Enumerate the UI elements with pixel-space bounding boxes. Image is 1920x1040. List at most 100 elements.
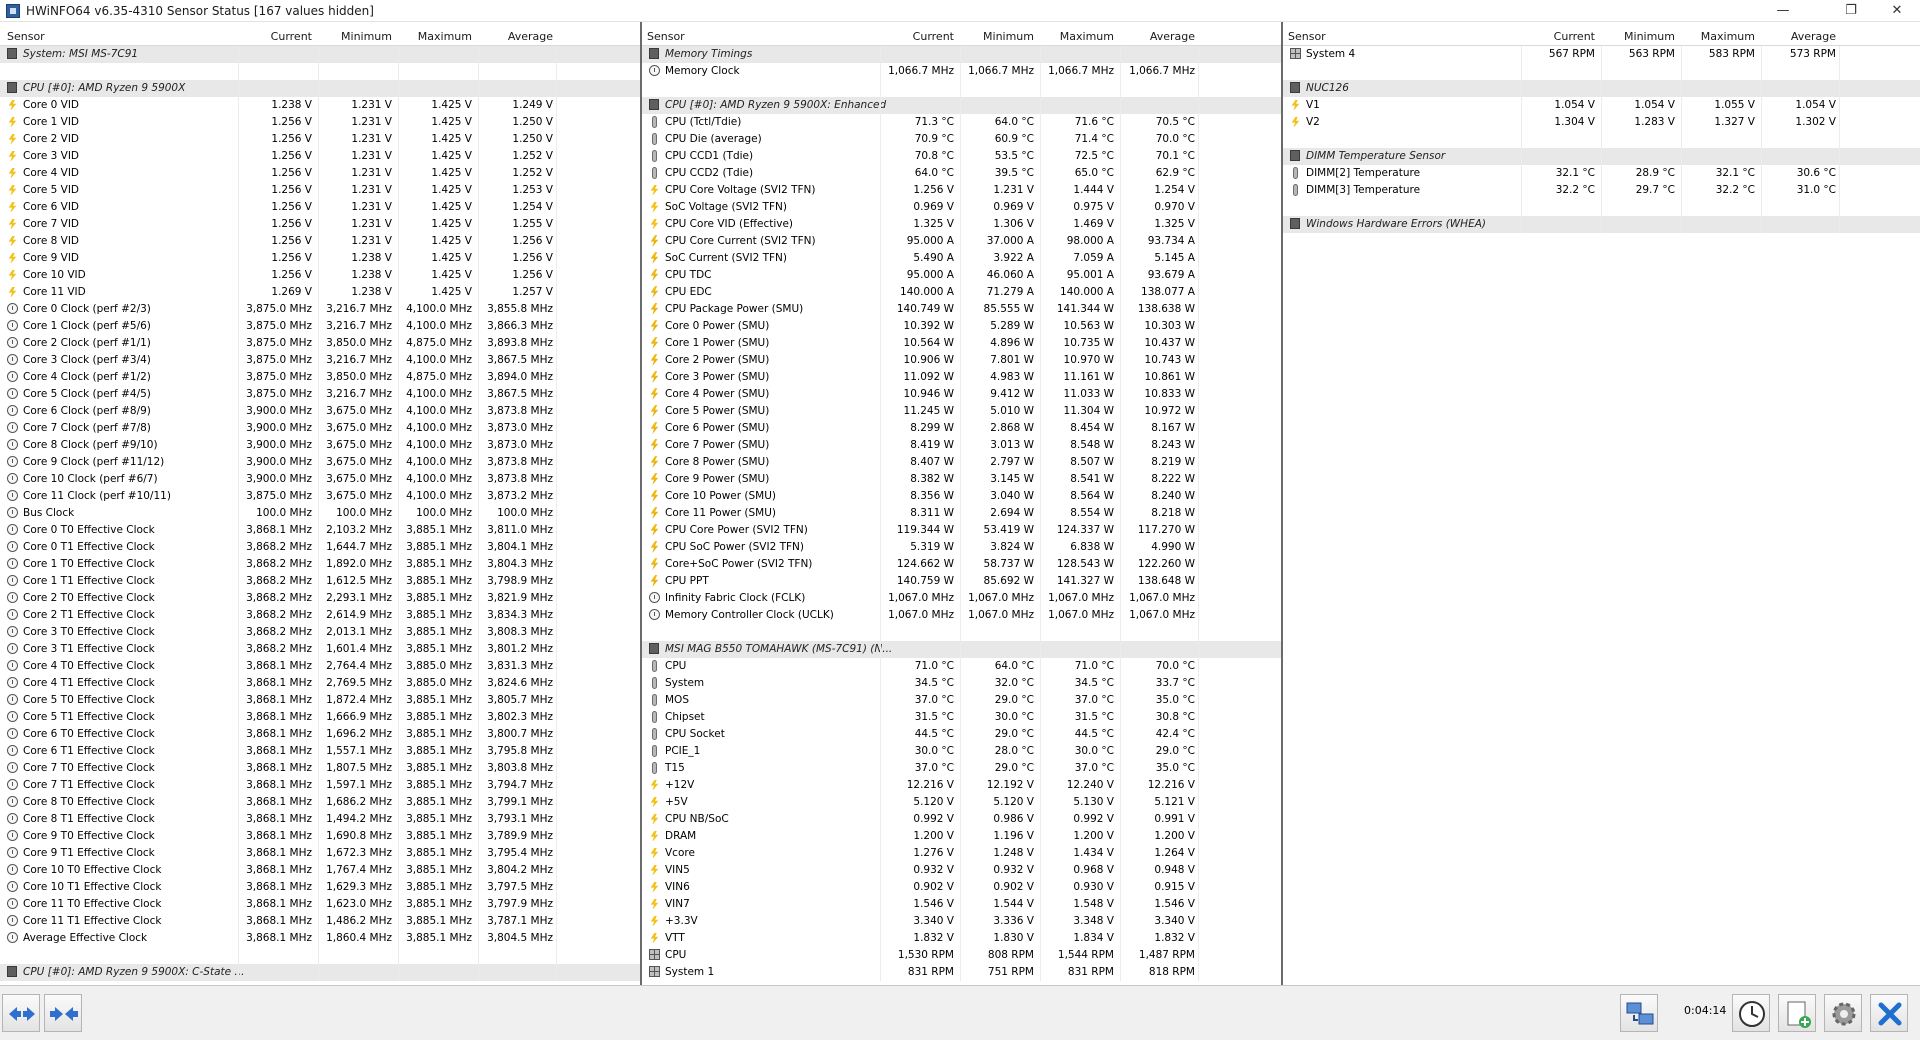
col-average[interactable]: Average (1122, 30, 1195, 43)
sensor-row[interactable]: Core 2 T1 Effective Clock 3,868.2 MHz 2,61… (0, 607, 640, 624)
sensor-row[interactable]: CPU NB/SoC 0.992 V 0.986 V 0.992 V 0.991 V (642, 811, 1281, 828)
network-button[interactable] (1620, 994, 1658, 1032)
restore-button[interactable]: ❐ (1828, 0, 1874, 22)
minimize-button[interactable]: — (1760, 0, 1806, 22)
sensor-row[interactable]: MOS 37.0 °C 29.0 °C 37.0 °C 35.0 °C (642, 692, 1281, 709)
col-maximum[interactable]: Maximum (1042, 30, 1114, 43)
sensor-row[interactable]: Core 8 T0 Effective Clock 3,868.1 MHz 1,68… (0, 794, 640, 811)
sensor-row[interactable]: CPU Die (average) 70.9 °C 60.9 °C 71.4 °C 70… (642, 131, 1281, 148)
sensor-row[interactable]: Core 9 T0 Effective Clock 3,868.1 MHz 1,69… (0, 828, 640, 845)
sensor-row[interactable]: VIN6 0.902 V 0.902 V 0.930 V 0.915 V (642, 879, 1281, 896)
sensor-row[interactable]: Core 7 Clock (perf #7/8) 3,900.0 MHz 3,675… (0, 420, 640, 437)
sensor-row[interactable]: CPU Core Current (SVI2 TFN) 95.000 A 37.00… (642, 233, 1281, 250)
sensor-row[interactable]: CPU Core Power (SVI2 TFN) 119.344 W 53.419… (642, 522, 1281, 539)
sensor-row[interactable]: Core 0 T0 Effective Clock 3,868.1 MHz 2,10… (0, 522, 640, 539)
sensor-row[interactable]: Core 8 T1 Effective Clock 3,868.1 MHz 1,49… (0, 811, 640, 828)
sensor-row[interactable]: CPU Core Voltage (SVI2 TFN) 1.256 V 1.231 … (642, 182, 1281, 199)
sensor-row[interactable]: CPU CCD1 (Tdie) 70.8 °C 53.5 °C 72.5 °C 70.1… (642, 148, 1281, 165)
sensor-row[interactable]: Core 0 T1 Effective Clock 3,868.2 MHz 1,64… (0, 539, 640, 556)
sensor-row[interactable]: Core 0 Power (SMU) 10.392 W 5.289 W 10.563 … (642, 318, 1281, 335)
sensor-group-row[interactable]: CPU [#0]: AMD Ryzen 9 5900X: C-State ... (0, 964, 640, 981)
sensor-row[interactable]: Core 8 Clock (perf #9/10) 3,900.0 MHz 3,67… (0, 437, 640, 454)
sensor-row[interactable]: Core 3 Clock (perf #3/4) 3,875.0 MHz 3,216… (0, 352, 640, 369)
sensor-row[interactable]: Core 11 T1 Effective Clock 3,868.1 MHz 1,4… (0, 913, 640, 930)
sensor-group-row[interactable]: MSI MAG B550 TOMAHAWK (MS-7C91) (N... (642, 641, 1281, 658)
sensor-row[interactable]: Core+SoC Power (SVI2 TFN) 124.662 W 58.737… (642, 556, 1281, 573)
sensor-row[interactable]: Core 7 VID 1.256 V 1.231 V 1.425 V 1.255 V (0, 216, 640, 233)
sensor-group-row[interactable]: CPU [#0]: AMD Ryzen 9 5900X: Enhanced (642, 97, 1281, 114)
sensor-row[interactable]: Core 6 Power (SMU) 8.299 W 2.868 W 8.454 W 8… (642, 420, 1281, 437)
settings-button[interactable] (1824, 994, 1862, 1032)
sensor-row[interactable]: SoC Voltage (SVI2 TFN) 0.969 V 0.969 V 0.97… (642, 199, 1281, 216)
sensor-group-row[interactable]: CPU [#0]: AMD Ryzen 9 5900X (0, 80, 640, 97)
sensor-row[interactable]: Bus Clock 100.0 MHz 100.0 MHz 100.0 MHz 100.… (0, 505, 640, 522)
col-current[interactable]: Current (1523, 30, 1595, 43)
sensor-row[interactable]: Core 3 Power (SMU) 11.092 W 4.983 W 11.161 … (642, 369, 1281, 386)
sensor-row[interactable]: Core 9 Power (SMU) 8.382 W 3.145 W 8.541 W 8… (642, 471, 1281, 488)
sensor-row[interactable]: Core 7 T1 Effective Clock 3,868.1 MHz 1,59… (0, 777, 640, 794)
sensor-panel-1[interactable]: Sensor Current Minimum Maximum Average S… (0, 22, 640, 985)
col-minimum[interactable]: Minimum (1603, 30, 1675, 43)
sensor-row[interactable]: CPU TDC 95.000 A 46.060 A 95.001 A 93.679 A (642, 267, 1281, 284)
sensor-row[interactable]: Core 4 VID 1.256 V 1.231 V 1.425 V 1.252 V (0, 165, 640, 182)
sensor-row[interactable]: Core 4 T0 Effective Clock 3,868.1 MHz 2,76… (0, 658, 640, 675)
sensor-group-row[interactable]: Memory Timings (642, 46, 1281, 63)
sensor-row[interactable]: Core 5 Clock (perf #4/5) 3,875.0 MHz 3,216… (0, 386, 640, 403)
sensor-row[interactable]: Core 2 VID 1.256 V 1.231 V 1.425 V 1.250 V (0, 131, 640, 148)
sensor-row[interactable]: CPU 1,530 RPM 808 RPM 1,544 RPM 1,487 RPM (642, 947, 1281, 964)
sensor-row[interactable]: Core 11 T0 Effective Clock 3,868.1 MHz 1,6… (0, 896, 640, 913)
sensor-row[interactable]: CPU 71.0 °C 64.0 °C 71.0 °C 70.0 °C (642, 658, 1281, 675)
close-window-button[interactable]: ✕ (1874, 0, 1920, 22)
col-sensor[interactable]: Sensor (1288, 30, 1326, 43)
sensor-row[interactable]: Vcore 1.276 V 1.248 V 1.434 V 1.264 V (642, 845, 1281, 862)
sensor-panel-2[interactable]: Sensor Current Minimum Maximum Average M… (640, 22, 1281, 985)
sensor-row[interactable]: Average Effective Clock 3,868.1 MHz 1,860.… (0, 930, 640, 947)
sensor-row[interactable]: Core 6 Clock (perf #8/9) 3,900.0 MHz 3,675… (0, 403, 640, 420)
sensor-row[interactable]: CPU Package Power (SMU) 140.749 W 85.555 W… (642, 301, 1281, 318)
sensor-row[interactable]: CPU (Tctl/Tdie) 71.3 °C 64.0 °C 71.6 °C 70.5… (642, 114, 1281, 131)
sensor-row[interactable]: PCIE_1 30.0 °C 28.0 °C 30.0 °C 29.0 °C (642, 743, 1281, 760)
sensor-row[interactable]: Core 7 T0 Effective Clock 3,868.1 MHz 1,80… (0, 760, 640, 777)
sensor-row[interactable]: Core 10 Clock (perf #6/7) 3,900.0 MHz 3,67… (0, 471, 640, 488)
col-maximum[interactable]: Maximum (400, 30, 472, 43)
sensor-row[interactable]: Core 5 Power (SMU) 11.245 W 5.010 W 11.304 … (642, 403, 1281, 420)
sensor-row[interactable]: Core 9 VID 1.256 V 1.238 V 1.425 V 1.256 V (0, 250, 640, 267)
sensor-row[interactable]: CPU CCD2 (Tdie) 64.0 °C 39.5 °C 65.0 °C 62.9… (642, 165, 1281, 182)
sensor-row[interactable]: Core 2 Clock (perf #1/1) 3,875.0 MHz 3,850… (0, 335, 640, 352)
sensor-row[interactable]: CPU PPT 140.759 W 85.692 W 141.327 W 138.648… (642, 573, 1281, 590)
sensor-row[interactable]: Core 6 T0 Effective Clock 3,868.1 MHz 1,69… (0, 726, 640, 743)
col-sensor[interactable]: Sensor (7, 30, 45, 43)
sensor-group-row[interactable]: System: MSI MS-7C91 (0, 46, 640, 63)
sensor-row[interactable]: Core 11 VID 1.269 V 1.238 V 1.425 V 1.257 V (0, 284, 640, 301)
sensor-row[interactable]: Core 9 T1 Effective Clock 3,868.1 MHz 1,67… (0, 845, 640, 862)
close-button[interactable] (1870, 994, 1908, 1032)
sensor-row[interactable]: Core 10 Power (SMU) 8.356 W 3.040 W 8.564 W… (642, 488, 1281, 505)
sensor-row[interactable]: Core 3 T0 Effective Clock 3,868.2 MHz 2,01… (0, 624, 640, 641)
sensor-row[interactable]: Core 7 Power (SMU) 8.419 W 3.013 W 8.548 W 8… (642, 437, 1281, 454)
col-minimum[interactable]: Minimum (320, 30, 392, 43)
sensor-row[interactable]: Core 4 Clock (perf #1/2) 3,875.0 MHz 3,850… (0, 369, 640, 386)
col-minimum[interactable]: Minimum (962, 30, 1034, 43)
sensor-row[interactable]: Core 5 T0 Effective Clock 3,868.1 MHz 1,87… (0, 692, 640, 709)
sensor-row[interactable]: DRAM 1.200 V 1.196 V 1.200 V 1.200 V (642, 828, 1281, 845)
sensor-row[interactable]: Core 8 VID 1.256 V 1.231 V 1.425 V 1.256 V (0, 233, 640, 250)
sensor-row[interactable]: Core 1 VID 1.256 V 1.231 V 1.425 V 1.250 V (0, 114, 640, 131)
sensor-row[interactable]: CPU EDC 140.000 A 71.279 A 140.000 A 138.077… (642, 284, 1281, 301)
sensor-row[interactable]: Memory Clock 1,066.7 MHz 1,066.7 MHz 1,066.… (642, 63, 1281, 80)
sensor-row[interactable]: Core 1 T1 Effective Clock 3,868.2 MHz 1,61… (0, 573, 640, 590)
sensor-row[interactable]: Chipset 31.5 °C 30.0 °C 31.5 °C 30.8 °C (642, 709, 1281, 726)
sensor-row[interactable]: Core 0 VID 1.238 V 1.231 V 1.425 V 1.249 V (0, 97, 640, 114)
sensor-row[interactable]: VIN5 0.932 V 0.932 V 0.968 V 0.948 V (642, 862, 1281, 879)
col-average[interactable]: Average (480, 30, 553, 43)
log-button[interactable] (1778, 994, 1816, 1032)
sensor-row[interactable]: Core 3 VID 1.256 V 1.231 V 1.425 V 1.252 V (0, 148, 640, 165)
sensor-row[interactable]: Core 1 T0 Effective Clock 3,868.2 MHz 1,89… (0, 556, 640, 573)
sensor-row[interactable]: Core 0 Clock (perf #2/3) 3,875.0 MHz 3,216… (0, 301, 640, 318)
sensor-row[interactable]: +3.3V 3.340 V 3.336 V 3.348 V 3.340 V (642, 913, 1281, 930)
sensor-row[interactable]: Memory Controller Clock (UCLK) 1,067.0 MH… (642, 607, 1281, 624)
sensor-row[interactable]: Core 11 Power (SMU) 8.311 W 2.694 W 8.554 W… (642, 505, 1281, 522)
col-current[interactable]: Current (882, 30, 954, 43)
navigate-collapse-button[interactable] (44, 994, 82, 1032)
sensor-row[interactable]: Core 2 T0 Effective Clock 3,868.2 MHz 2,29… (0, 590, 640, 607)
sensor-row[interactable]: CPU Socket 44.5 °C 29.0 °C 44.5 °C 42.4 °C (642, 726, 1281, 743)
